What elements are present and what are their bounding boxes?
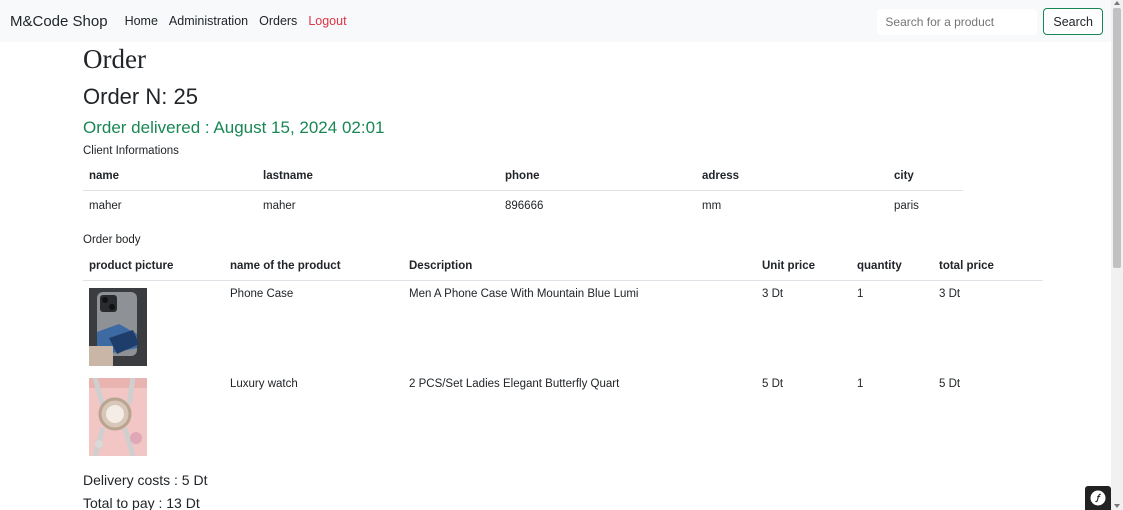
- client-header-phone: phone: [499, 162, 696, 191]
- client-city: paris: [894, 200, 919, 213]
- product-unit-price: 3 Dt: [762, 287, 784, 300]
- order-number: Order N: 25: [83, 84, 198, 109]
- order-header-row: product picture name of the product Desc…: [83, 252, 1043, 281]
- nav-administration[interactable]: Administration: [169, 14, 248, 28]
- product-quantity: 1: [857, 287, 864, 300]
- total-to-pay: Total to pay : 13 Dt: [83, 495, 200, 510]
- scroll-down-icon[interactable]: [1114, 504, 1120, 508]
- search-input[interactable]: [877, 8, 1038, 35]
- nav-logout[interactable]: Logout: [308, 14, 346, 28]
- client-header-city: city: [888, 162, 963, 191]
- scroll-up-icon[interactable]: [1114, 1, 1120, 5]
- table-row: Phone Case Men A Phone Case With Mountai…: [83, 280, 1043, 371]
- scroll-thumb[interactable]: [1113, 8, 1121, 268]
- order-body-label: Order body: [83, 234, 141, 246]
- brand-link[interactable]: M&Code Shop: [10, 13, 108, 30]
- header-product-name: name of the product: [224, 252, 403, 281]
- search-button[interactable]: Search: [1043, 8, 1103, 35]
- product-picture-cell: [83, 280, 224, 371]
- header-product-picture: product picture: [83, 252, 224, 281]
- client-table: name lastname phone adress city maher ma…: [83, 162, 963, 222]
- product-name: Luxury watch: [230, 378, 298, 390]
- client-lastname: maher: [263, 200, 296, 213]
- product-name: Phone Case: [230, 287, 294, 300]
- page-scrollbar[interactable]: [1111, 0, 1123, 510]
- product-description: Men A Phone Case With Mountain Blue Lumi: [409, 287, 639, 300]
- search-form: Search: [877, 8, 1103, 35]
- client-header-row: name lastname phone adress city: [83, 162, 963, 191]
- watch-photo: [89, 378, 147, 456]
- product-total-price: 3 Dt: [939, 287, 961, 300]
- header-description: Description: [403, 252, 756, 281]
- product-description: 2 PCS/Set Ladies Elegant Butterfly Quart: [409, 378, 620, 390]
- product-total-price: 5 Dt: [939, 378, 961, 390]
- client-header-adress: adress: [696, 162, 888, 191]
- client-row: maher maher 896666 mm paris: [83, 190, 963, 222]
- delivery-status: Order delivered : August 15, 2024 02:01: [83, 118, 385, 137]
- header-total-price: total price: [933, 252, 1043, 281]
- client-phone: 896666: [505, 200, 544, 213]
- product-picture-cell: [83, 371, 224, 462]
- product-quantity: 1: [857, 378, 864, 390]
- client-adress: mm: [702, 200, 722, 213]
- client-header-lastname: lastname: [257, 162, 499, 191]
- symfony-icon[interactable]: [1085, 486, 1111, 510]
- nav-orders[interactable]: Orders: [259, 14, 297, 28]
- delivery-costs: Delivery costs : 5 Dt: [83, 472, 208, 488]
- product-unit-price: 5 Dt: [762, 378, 784, 390]
- client-section-label: Client Informations: [83, 145, 179, 157]
- page-title: Order: [83, 44, 146, 74]
- header-quantity: quantity: [851, 252, 933, 281]
- order-items-table: product picture name of the product Desc…: [83, 252, 1043, 462]
- symfony-logo-icon: [1090, 490, 1106, 506]
- nav-home[interactable]: Home: [125, 14, 158, 28]
- client-header-name: name: [83, 162, 257, 191]
- client-name: maher: [89, 200, 122, 213]
- table-row: Luxury watch 2 PCS/Set Ladies Elegant Bu…: [83, 371, 1043, 462]
- navbar: M&Code Shop Home Administration Orders L…: [0, 0, 1111, 42]
- phone-case-photo: [89, 287, 147, 366]
- header-unit-price: Unit price: [756, 252, 851, 281]
